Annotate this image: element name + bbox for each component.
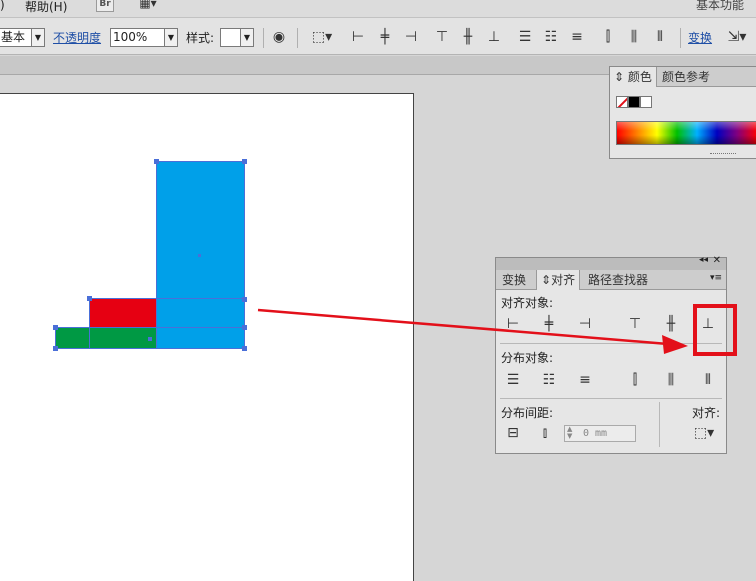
opacity-link[interactable]: 不透明度 [53, 29, 101, 46]
tab-align-label: 对齐 [551, 273, 576, 287]
workspace-switcher[interactable]: 基本功能 [696, 0, 744, 13]
vertical-distribute-center-icon[interactable]: ☷ [542, 28, 560, 46]
spacing-input[interactable]: 0 mm [564, 425, 636, 442]
horizontal-distribute-left-icon[interactable]: ⫿ [599, 28, 617, 46]
horizontal-distribute-right-icon[interactable]: ⦀ [698, 371, 718, 389]
tab-transform[interactable]: 变换 [498, 270, 530, 290]
horizontal-align-right-icon[interactable]: ⊣ [575, 315, 595, 333]
none-swatch[interactable] [616, 96, 628, 108]
vertical-distribute-center-icon[interactable]: ☷ [539, 371, 559, 389]
horizontal-align-left-icon[interactable]: ⊢ [349, 28, 367, 46]
arrange-documents-icon[interactable]: ▦▾ [134, 0, 162, 12]
tab-align[interactable]: ⇕对齐 [536, 270, 581, 290]
chevron-down-icon: ▼ [164, 29, 177, 46]
resize-grip[interactable] [710, 153, 736, 156]
vertical-distribute-bottom-icon[interactable]: ≡ [575, 371, 595, 389]
panel-title-bar[interactable]: ◂◂ ✕ [496, 255, 726, 270]
close-icon[interactable]: ✕ [713, 255, 721, 266]
align-panel-tabs: 变换 ⇕对齐 路径查找器 ▾≡ [496, 270, 726, 290]
vertical-align-center-icon[interactable]: ╫ [459, 28, 477, 46]
align-to-selection-icon[interactable]: ⬚▾ [308, 28, 336, 46]
black-swatch[interactable] [628, 96, 640, 108]
green-rectangle[interactable] [55, 328, 156, 349]
vertical-distribute-bottom-icon[interactable]: ≡ [568, 28, 586, 46]
isolate-selection-icon[interactable]: ⇲▾ [721, 28, 753, 46]
bridge-button[interactable]: Br [96, 0, 114, 12]
horizontal-distribute-left-icon[interactable]: ⫿ [625, 371, 645, 389]
color-panel: ⇕ 颜色 颜色参考 [609, 66, 756, 159]
tab-color[interactable]: ⇕ 颜色 [610, 67, 657, 87]
vertical-align-bottom-icon[interactable]: ⊥ [485, 28, 503, 46]
tab-color-guide[interactable]: 颜色参考 [658, 67, 714, 87]
align-to-selection-icon[interactable]: ⬚▾ [690, 424, 718, 442]
vertical-align-center-icon[interactable]: ╫ [661, 315, 681, 333]
highlight-box [693, 304, 737, 356]
horizontal-align-right-icon[interactable]: ⊣ [402, 28, 420, 46]
chevron-down-icon: ▼ [31, 29, 44, 46]
graphic-style-select[interactable]: ▼ [220, 28, 254, 47]
opacity-value: 100% [113, 30, 148, 44]
horizontal-distribute-space-icon[interactable]: ⫾ [535, 424, 555, 442]
vertical-distribute-top-icon[interactable]: ☰ [516, 28, 534, 46]
vertical-distribute-space-icon[interactable]: ⊟ [503, 424, 523, 442]
transform-link[interactable]: 变换 [688, 29, 712, 46]
spacing-stepper-icon[interactable]: ▲ ▼ [567, 426, 572, 440]
horizontal-distribute-center-icon[interactable]: ⫼ [661, 371, 681, 389]
horizontal-align-center-icon[interactable]: ╪ [539, 315, 559, 333]
menu-help[interactable]: 帮助(H) [25, 0, 67, 15]
vertical-distribute-top-icon[interactable]: ☰ [503, 371, 523, 389]
horizontal-align-left-icon[interactable]: ⊢ [503, 315, 523, 333]
menu-bar: ) 帮助(H) Br ▦▾ 基本功能 [0, 0, 756, 18]
separator [263, 28, 264, 48]
style-label: 样式: [186, 31, 215, 45]
distribute-objects-label: 分布对象: [501, 351, 554, 365]
divider [500, 343, 722, 344]
divider [659, 402, 660, 447]
color-spectrum[interactable] [616, 121, 756, 145]
vertical-align-top-icon[interactable]: ⊤ [433, 28, 451, 46]
recolor-artwork-icon[interactable]: ◉ [270, 28, 288, 46]
stroke-profile-select[interactable]: 基本 ▼ [0, 28, 45, 47]
horizontal-distribute-center-icon[interactable]: ⫼ [625, 28, 643, 46]
red-rectangle[interactable] [89, 299, 156, 328]
tab-color-label: 颜色 [627, 70, 652, 84]
color-panel-tabs: ⇕ 颜色 颜色参考 [610, 67, 756, 87]
opacity-select[interactable]: 100% ▼ [110, 28, 178, 47]
white-swatch[interactable] [640, 96, 652, 108]
separator [297, 28, 298, 48]
stroke-profile-value: 基本 [1, 30, 26, 44]
chevron-down-icon: ▼ [240, 29, 253, 46]
horizontal-distribute-right-icon[interactable]: ⦀ [651, 28, 669, 46]
divider [500, 398, 722, 399]
tab-pathfinder[interactable]: 路径查找器 [584, 270, 652, 290]
vertical-align-top-icon[interactable]: ⊤ [625, 315, 645, 333]
collapse-icon[interactable]: ◂◂ [699, 255, 708, 265]
control-bar: 基本 ▼ 不透明度 100% ▼ 样式: ▼ ◉ ⬚▾ ⊢ ╪ ⊣ ⊤ ╫ ⊥ … [0, 18, 756, 55]
align-to-label: 对齐: [692, 406, 721, 420]
separator [680, 28, 681, 48]
panel-menu-icon[interactable]: ▾≡ [710, 273, 722, 283]
menu-paren: ) [0, 0, 5, 12]
align-objects-label: 对齐对象: [501, 296, 554, 310]
horizontal-align-center-icon[interactable]: ╪ [376, 28, 394, 46]
distribute-spacing-label: 分布间距: [501, 406, 554, 420]
